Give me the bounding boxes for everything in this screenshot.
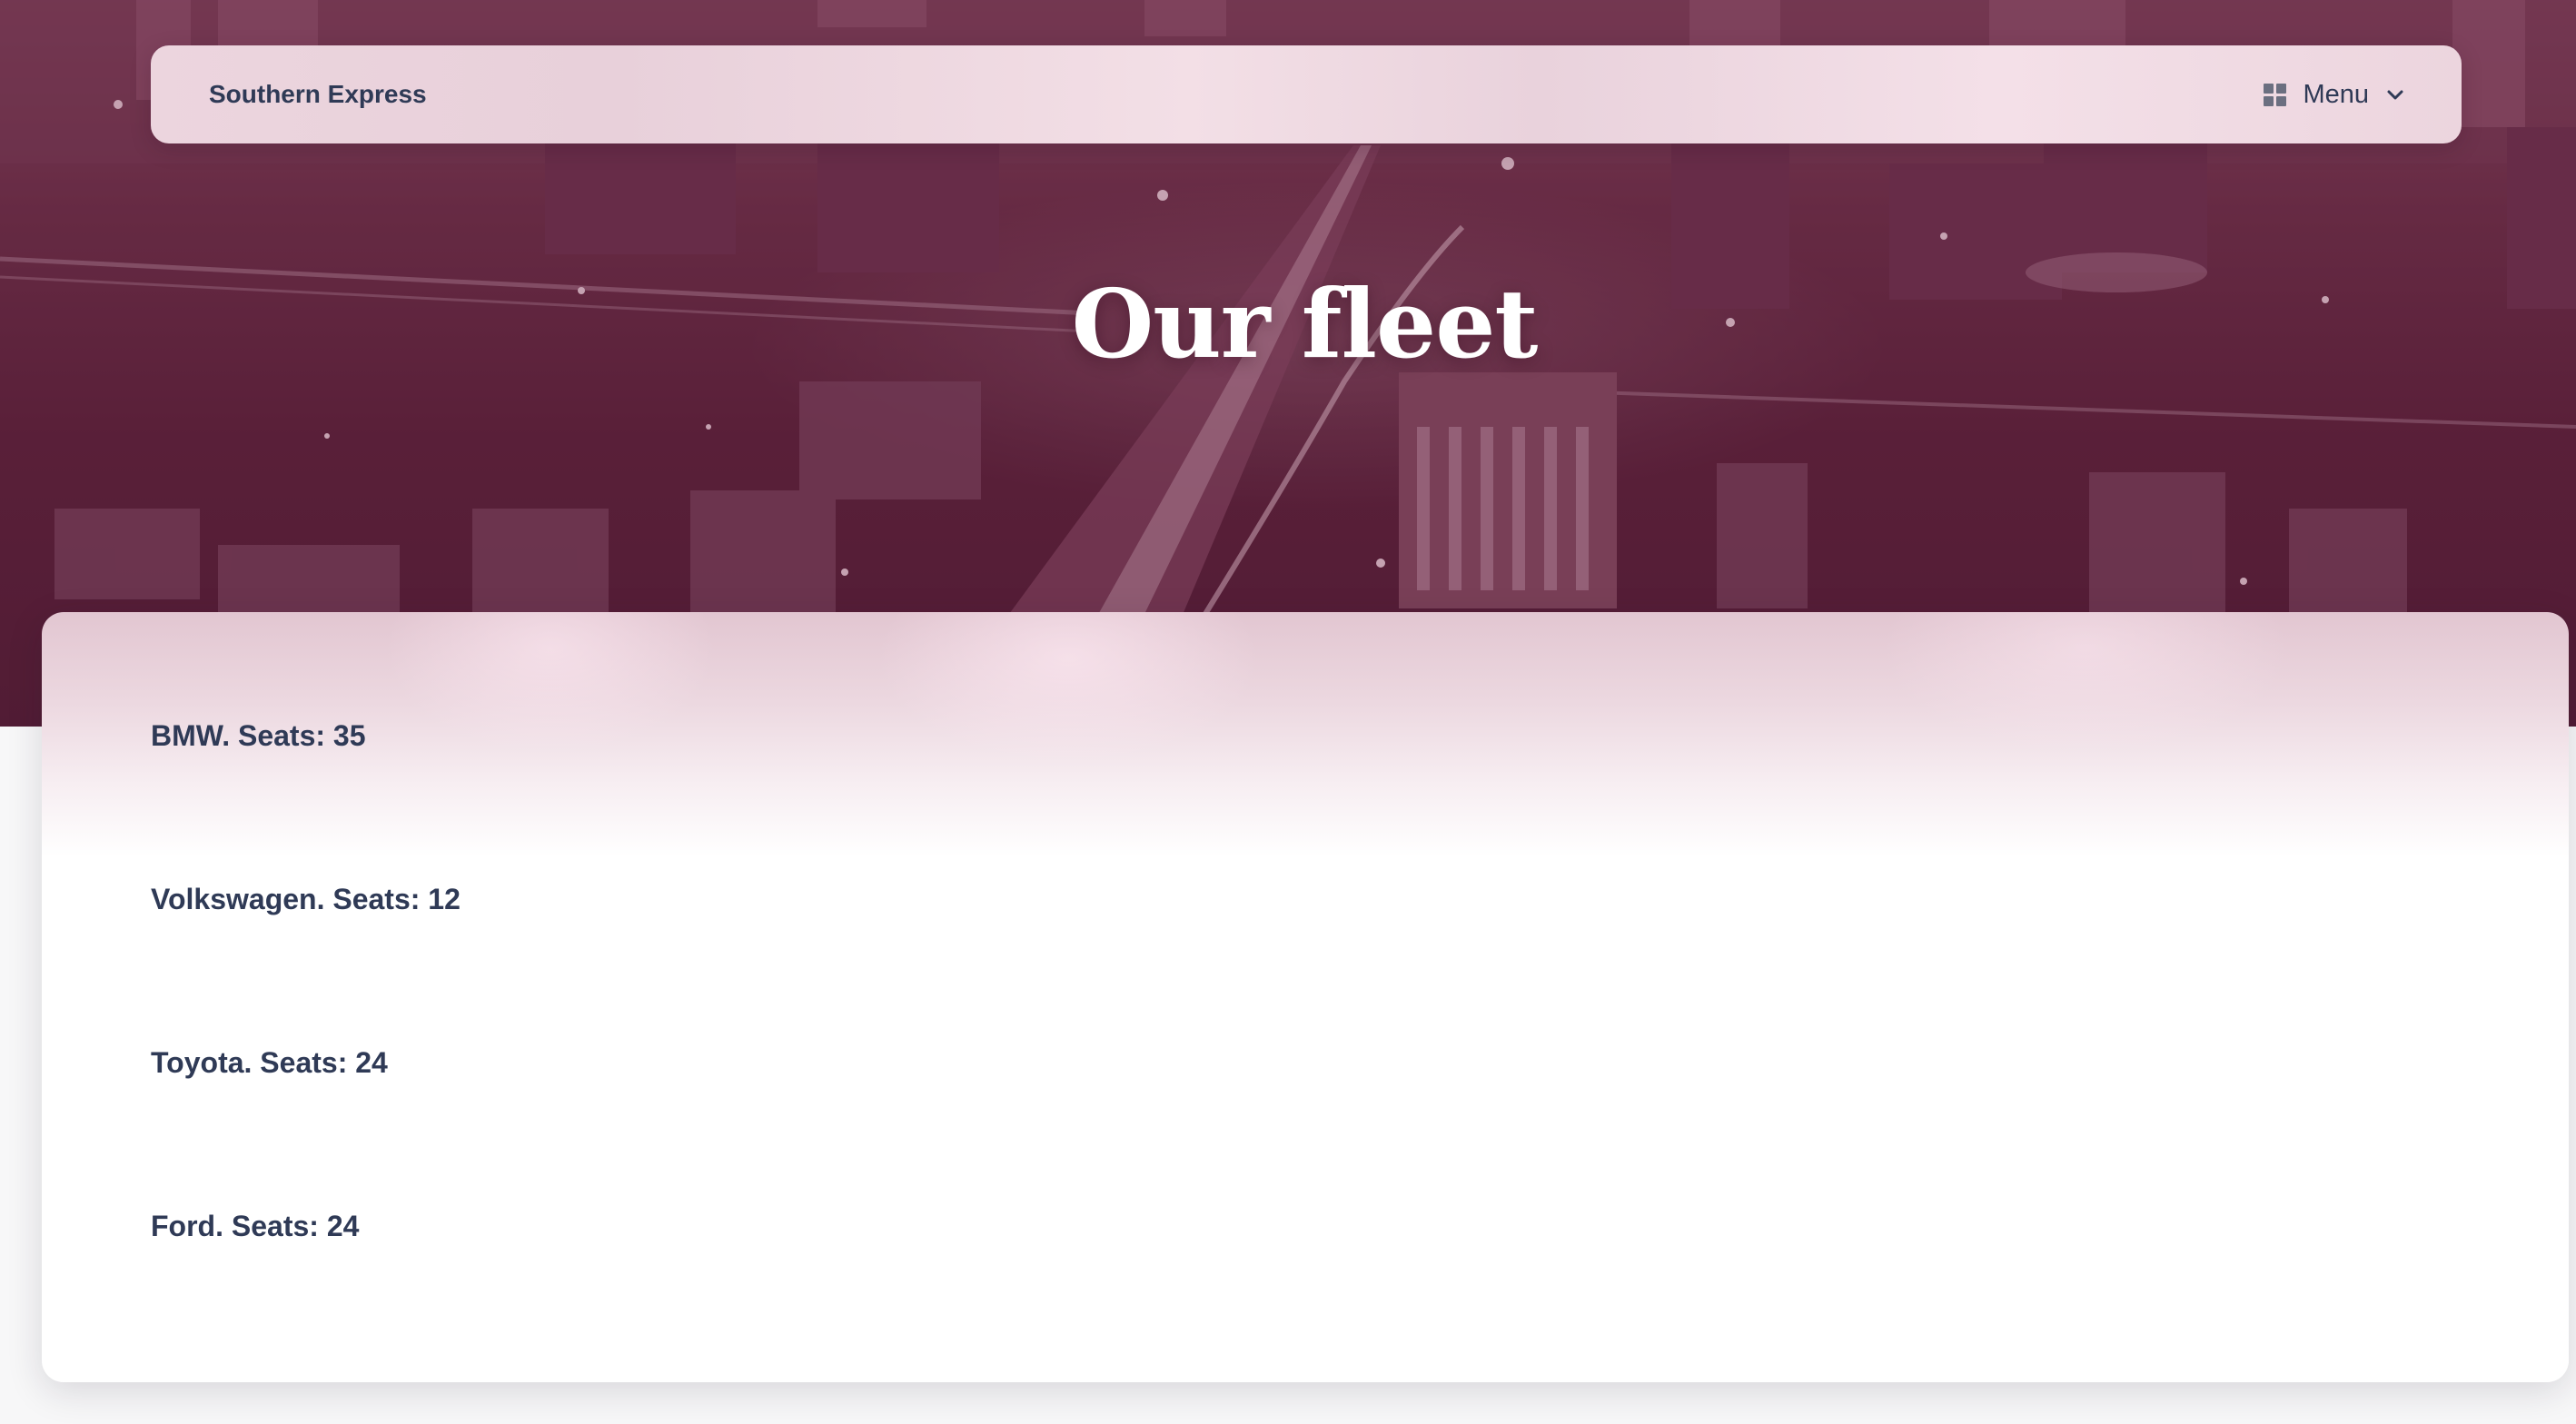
fleet-item-volkswagen: Volkswagen. Seats: 12 xyxy=(151,883,461,915)
fleet-item-bmw: BMW. Seats: 35 xyxy=(151,719,366,752)
menu-button[interactable]: Menu xyxy=(2264,73,2405,116)
fleet-item-toyota: Toyota. Seats: 24 xyxy=(151,1046,388,1079)
top-navigation-bar: Southern Express Menu xyxy=(151,45,2462,143)
brand-link[interactable]: Southern Express xyxy=(209,45,427,143)
page-title: Our fleet xyxy=(1071,268,1539,380)
fleet-item-ford: Ford. Seats: 24 xyxy=(151,1210,360,1242)
menu-label: Menu xyxy=(2303,79,2369,109)
chevron-down-icon xyxy=(2387,90,2403,100)
dashboard-grid-icon xyxy=(2264,83,2287,106)
fleet-card: BMW. Seats: 35 Volkswagen. Seats: 12 Toy… xyxy=(42,612,2569,1382)
